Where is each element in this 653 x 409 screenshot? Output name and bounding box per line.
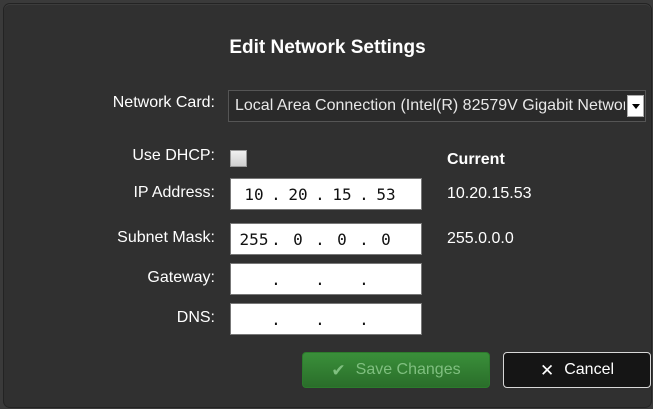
checkmark-icon: ✔ bbox=[331, 360, 346, 380]
subnet-octet-4[interactable]: 0 bbox=[371, 230, 401, 249]
subnet-mask-label: Subnet Mask: bbox=[117, 229, 215, 246]
dns-label: DNS: bbox=[176, 309, 215, 326]
gateway-label: Gateway: bbox=[147, 269, 215, 286]
ip-octet-2[interactable]: 20 bbox=[283, 185, 313, 204]
current-header: Current bbox=[447, 151, 505, 168]
ip-octet-3[interactable]: 15 bbox=[327, 185, 357, 204]
network-card-value: Local Area Connection (Intel(R) 82579V G… bbox=[235, 97, 625, 114]
chevron-down-icon[interactable] bbox=[627, 95, 644, 117]
use-dhcp-label: Use DHCP: bbox=[132, 147, 215, 164]
cancel-label: Cancel bbox=[564, 361, 615, 378]
ip-address-input[interactable]: 10. 20. 15. 53 bbox=[230, 178, 422, 210]
ip-octet-1[interactable]: 10 bbox=[239, 185, 269, 204]
save-changes-button[interactable]: ✔ Save Changes bbox=[302, 352, 490, 388]
subnet-octet-2[interactable]: 0 bbox=[283, 230, 313, 249]
current-ip-address: 10.20.15.53 bbox=[447, 185, 532, 202]
dialog-title: Edit Network Settings bbox=[229, 37, 426, 58]
close-icon: ✕ bbox=[539, 360, 555, 380]
subnet-octet-3[interactable]: 0 bbox=[327, 230, 357, 249]
ip-address-label: IP Address: bbox=[133, 184, 215, 201]
subnet-mask-input[interactable]: 255. 0. 0. 0 bbox=[230, 223, 422, 255]
dns-input[interactable]: ... bbox=[230, 303, 422, 335]
ip-octet-4[interactable]: 53 bbox=[371, 185, 401, 204]
current-subnet-mask: 255.0.0.0 bbox=[447, 230, 514, 247]
network-card-select[interactable]: Local Area Connection (Intel(R) 82579V G… bbox=[228, 90, 646, 122]
subnet-octet-1[interactable]: 255 bbox=[239, 230, 269, 249]
cancel-button[interactable]: ✕ Cancel bbox=[503, 352, 651, 388]
network-card-label: Network Card: bbox=[112, 94, 215, 111]
use-dhcp-checkbox[interactable] bbox=[230, 150, 247, 167]
edit-network-dialog: Edit Network Settings Network Card: Loca… bbox=[4, 4, 651, 407]
save-changes-label: Save Changes bbox=[355, 361, 461, 378]
gateway-input[interactable]: ... bbox=[230, 263, 422, 295]
